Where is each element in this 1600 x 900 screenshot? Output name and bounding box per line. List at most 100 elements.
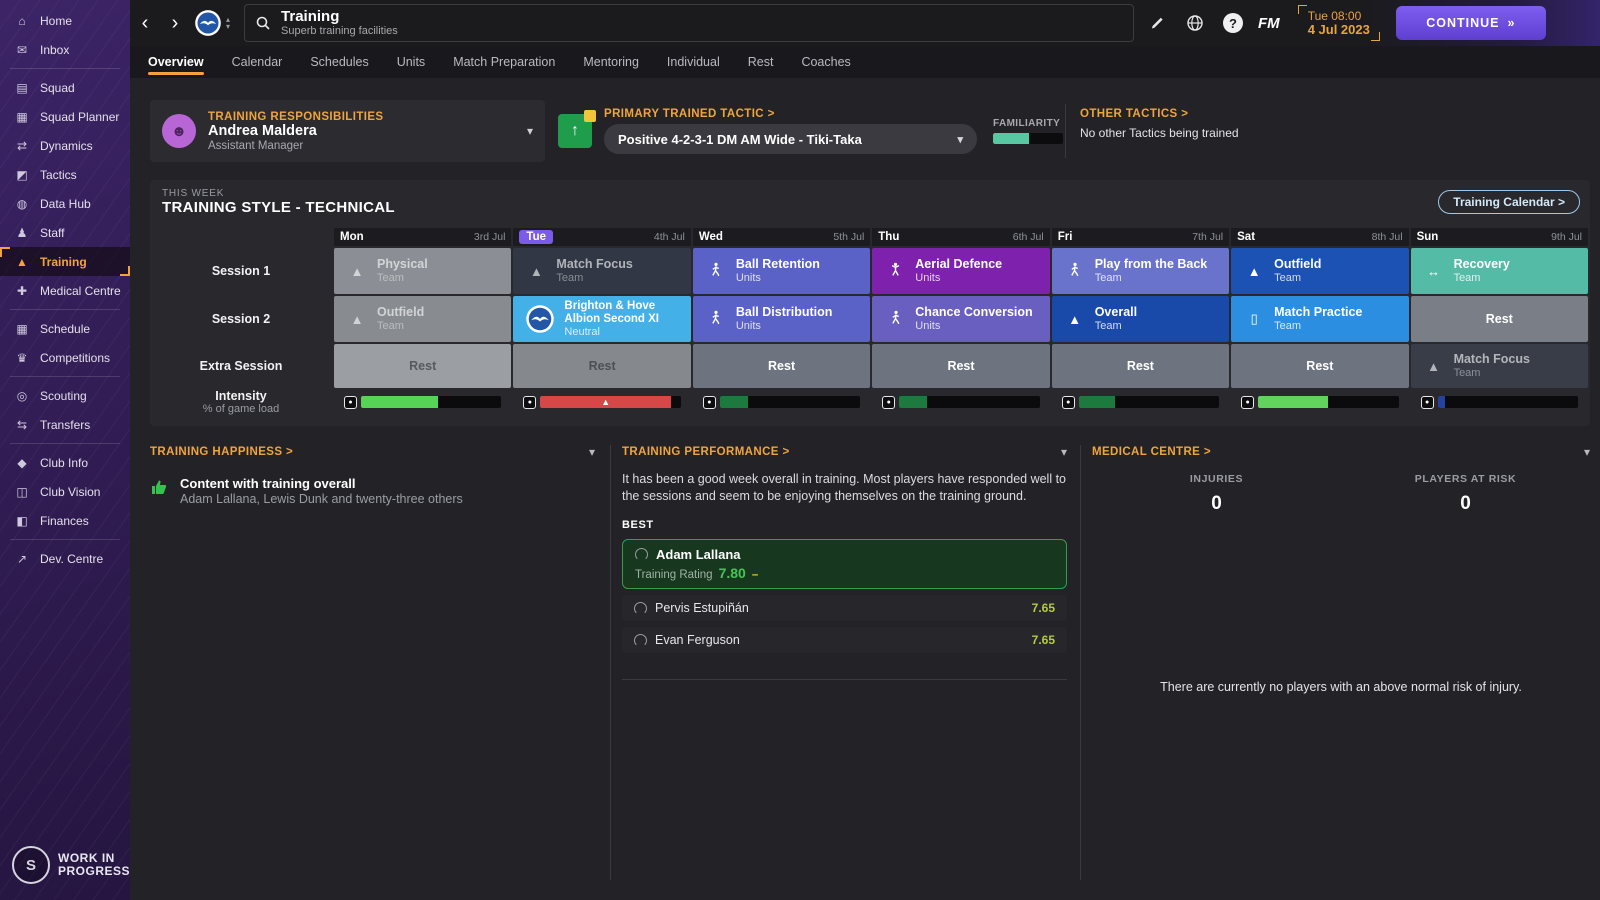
training-performance-heading[interactable]: TRAINING PERFORMANCE >	[622, 446, 790, 458]
rest-cell[interactable]: Rest	[334, 344, 512, 388]
session-cell[interactable]: Aerial Defence Units	[872, 248, 1050, 294]
medical-note: There are currently no players with an a…	[1160, 680, 1522, 694]
player-rating-row[interactable]: Evan Ferguson 7.65	[622, 627, 1067, 653]
medical-centre-heading[interactable]: MEDICAL CENTRE >	[1092, 446, 1211, 458]
intensity-bar: ●	[1052, 390, 1229, 414]
dynamics-icon: ⇄	[16, 138, 28, 153]
player-rating: 7.65	[1031, 633, 1055, 647]
player-load-icon: ●	[523, 395, 537, 409]
rest-cell[interactable]: Rest	[513, 344, 691, 388]
sidebar-item-inbox[interactable]: ✉ Inbox	[0, 35, 130, 64]
sidebar-item-finances[interactable]: ◧ Finances	[0, 506, 130, 535]
training-responsibilities-card[interactable]: ☻ TRAINING RESPONSIBILITIES Andrea Malde…	[150, 100, 545, 162]
session-cell[interactable]: ▯ Match Practice Team	[1231, 296, 1409, 342]
sidebar-item-transfers[interactable]: ⇆ Transfers	[0, 410, 130, 439]
tab-mentoring[interactable]: Mentoring	[583, 46, 639, 78]
help-button[interactable]: ?	[1218, 8, 1248, 38]
sidebar-item-club-info[interactable]: ◆ Club Info	[0, 448, 130, 477]
world-button[interactable]	[1180, 8, 1210, 38]
session-cell[interactable]: Ball Distribution Units	[692, 296, 871, 342]
tactic-dropdown[interactable]: Positive 4-2-3-1 DM AM Wide - Tiki-Taka …	[604, 124, 977, 154]
other-tactics-text: No other Tactics being trained	[1080, 126, 1239, 140]
sidebar-item-staff[interactable]: ♟ Staff	[0, 218, 130, 247]
session-cell[interactable]: ▲ Overall Team	[1051, 296, 1230, 342]
session-cell[interactable]: ▲ Match Focus Team	[513, 248, 691, 294]
sidebar-item-medical-centre[interactable]: ✚ Medical Centre	[0, 276, 130, 305]
tab-units[interactable]: Units	[397, 46, 425, 78]
scouting-icon: ◎	[16, 388, 28, 403]
training-calendar-button[interactable]: Training Calendar >	[1438, 190, 1580, 214]
best-player-card[interactable]: Adam Lallana Training Rating 7.80–	[622, 539, 1067, 589]
forward-button[interactable]: ›	[160, 12, 190, 35]
sidebar-item-schedule[interactable]: ▦ Schedule	[0, 314, 130, 343]
session-cell[interactable]: ↔ Recovery Team	[1410, 248, 1588, 294]
player-load-icon: ●	[344, 395, 357, 409]
training-happiness-heading[interactable]: TRAINING HAPPINESS >	[150, 446, 293, 458]
tab-overview[interactable]: Overview	[148, 46, 204, 78]
rest-cell[interactable]: Rest	[872, 344, 1050, 388]
divider	[610, 445, 611, 880]
club-badge	[526, 305, 555, 333]
session-cell[interactable]: ▲ Match Focus Team	[1410, 344, 1588, 388]
session-cell[interactable]: ▲ Outfield Team	[1231, 248, 1409, 294]
player-load-icon: ●	[1241, 395, 1255, 409]
rest-cell[interactable]: Rest	[1051, 344, 1230, 388]
double-arrow-icon: »	[1507, 16, 1516, 30]
session-cell[interactable]: Chance Conversion Units	[872, 296, 1050, 342]
sidebar-item-squad-planner[interactable]: ▦ Squad Planner	[0, 102, 130, 131]
sidebar-item-home[interactable]: ⌂ Home	[0, 6, 130, 35]
continue-button[interactable]: CONTINUE»	[1395, 6, 1546, 40]
rest-cell[interactable]: Rest	[692, 344, 871, 388]
game-date[interactable]: Tue 08:00 4 Jul 2023	[1297, 5, 1381, 41]
sidebar-item-training[interactable]: ▲ Training	[0, 247, 130, 276]
session-cell[interactable]: Play from the Back Team	[1051, 248, 1230, 294]
injuries-count: 0	[1211, 493, 1222, 514]
sidebar-item-dev-centre[interactable]: ↗ Dev. Centre	[0, 544, 130, 573]
sidebar-divider	[10, 443, 120, 444]
tab-coaches[interactable]: Coaches	[801, 46, 850, 78]
cone-icon: ▲	[1427, 358, 1440, 374]
club-info-icon: ◆	[17, 455, 27, 470]
sidebar-item-dynamics[interactable]: ⇄ Dynamics	[0, 131, 130, 160]
sidebar-item-tactics[interactable]: ◩ Tactics	[0, 160, 130, 189]
tab-schedules[interactable]: Schedules	[310, 46, 368, 78]
sidebar-item-data-hub[interactable]: ◍ Data Hub	[0, 189, 130, 218]
other-tactics-heading[interactable]: OTHER TACTICS >	[1080, 108, 1239, 120]
work-in-progress-badge: S WORK IN PROGRESS	[12, 846, 130, 884]
primary-trained-tactic-card: ↑ PRIMARY TRAINED TACTIC > Positive 4-2-…	[558, 100, 1063, 162]
rest-cell[interactable]: Rest	[1231, 344, 1409, 388]
back-button[interactable]: ‹	[130, 12, 160, 35]
tab-rest[interactable]: Rest	[748, 46, 774, 78]
divider	[1065, 104, 1066, 158]
sidebar-item-club-vision[interactable]: ◫ Club Vision	[0, 477, 130, 506]
player-rating-row[interactable]: Pervis Estupiñán 7.65	[622, 595, 1067, 621]
happiness-players: Adam Lallana, Lewis Dunk and twenty-thre…	[180, 492, 463, 506]
happiness-item[interactable]: Content with training overall Adam Lalla…	[150, 475, 595, 506]
responsible-staff-role: Assistant Manager	[208, 139, 304, 152]
club-badge[interactable]	[194, 9, 222, 37]
chevron-down-icon[interactable]: ▾	[589, 445, 595, 459]
chevron-down-icon[interactable]: ▾	[1061, 445, 1067, 459]
session-cell[interactable]: Ball Retention Units	[692, 248, 871, 294]
tab-match-preparation[interactable]: Match Preparation	[453, 46, 555, 78]
match-cell[interactable]: Brighton & Hove Albion Second XI Neutral	[513, 296, 691, 342]
tab-calendar[interactable]: Calendar	[232, 46, 283, 78]
team-switcher[interactable]: ▴ ▾	[226, 16, 230, 31]
chevron-down-icon[interactable]: ▾	[527, 124, 533, 138]
happiness-title: Content with training overall	[180, 476, 356, 491]
sidebar-item-competitions[interactable]: ♛ Competitions	[0, 343, 130, 372]
session-cell[interactable]: ▲ Outfield Team	[334, 296, 512, 342]
schedule-icon: ▦	[16, 321, 28, 336]
players-at-risk-count: 0	[1460, 493, 1471, 514]
chevron-down-icon[interactable]: ▾	[1584, 445, 1590, 459]
cone-icon: ▲	[1068, 311, 1082, 327]
sidebar-item-scouting[interactable]: ◎ Scouting	[0, 381, 130, 410]
rest-cell[interactable]: Rest	[1410, 296, 1588, 342]
fm-logo: FM	[1258, 14, 1280, 32]
page-title-box[interactable]: Training Superb training facilities	[244, 4, 1135, 42]
primary-tactic-heading[interactable]: PRIMARY TRAINED TACTIC >	[604, 108, 977, 120]
session-cell[interactable]: ▲ Physical Team	[334, 248, 512, 294]
sidebar-item-squad[interactable]: ▤ Squad	[0, 73, 130, 102]
edit-button[interactable]	[1142, 8, 1172, 38]
tab-individual[interactable]: Individual	[667, 46, 720, 78]
